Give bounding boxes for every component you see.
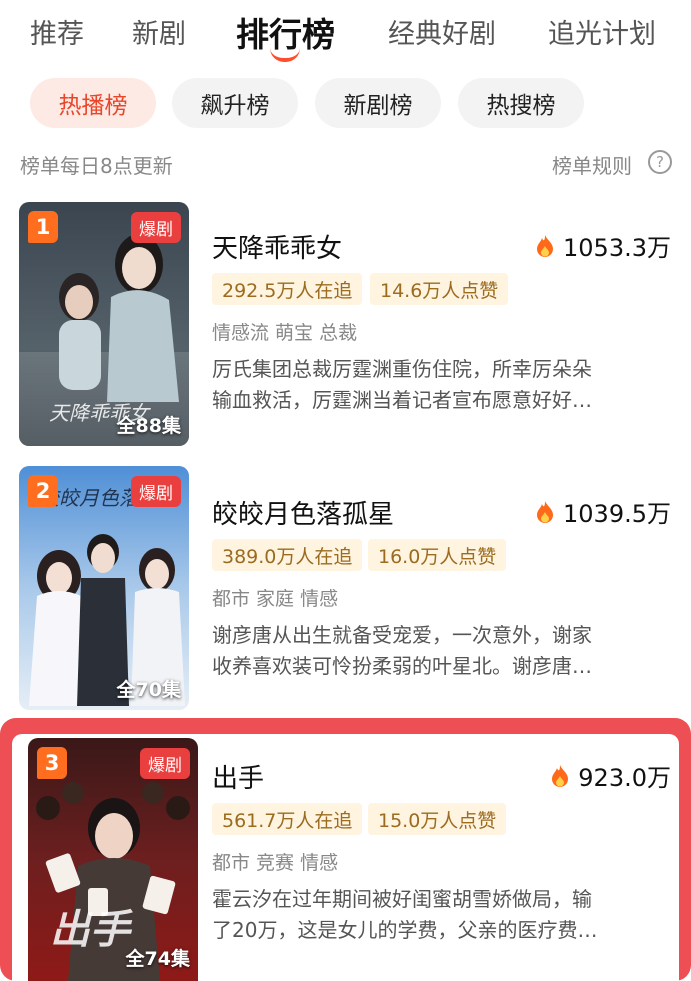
snowball-logo-icon xyxy=(520,946,540,966)
followers-chip: 389.0万人在追 xyxy=(212,539,363,571)
hot-badge: 爆剧 xyxy=(131,212,181,243)
episode-count: 全88集 xyxy=(116,415,181,437)
rank-badge: 2 xyxy=(28,475,58,507)
drama-card[interactable]: 天降乖乖女 1 爆剧 全88集 天降乖乖女 1053.3万 292.5万人在追 … xyxy=(0,198,691,448)
heat-value: 923.0万 xyxy=(578,764,671,792)
synopsis-line: 谢彦唐从出生就备受宠爱，一次意外，谢家 xyxy=(212,623,592,647)
heat-value: 1039.5万 xyxy=(563,500,671,528)
tab-classic[interactable]: 经典好剧 xyxy=(388,12,496,51)
poster-title-text: 出手 xyxy=(50,906,130,953)
drama-card[interactable]: 皎皎月色落孤星 2 爆剧 全70集 皎皎月色落孤星 1039.5万 389.0万… xyxy=(0,464,691,714)
heat-score: 923.0万 xyxy=(550,758,671,793)
rank-badge: 1 xyxy=(28,211,58,243)
likes-chip: 14.6万人点赞 xyxy=(370,273,509,305)
drama-title[interactable]: 天降乖乖女 xyxy=(212,228,342,265)
episode-count: 全74集 xyxy=(125,948,190,970)
likes-chip: 15.0万人点赞 xyxy=(368,803,507,835)
tab-new-drama[interactable]: 新剧 xyxy=(132,12,186,51)
drama-card-highlighted[interactable]: 出手 3 爆剧 全74集 出手 923.0万 561.7万人在追 15.0万人点… xyxy=(0,718,691,981)
genre-tags: 都市 竞赛 情感 xyxy=(212,852,339,874)
watermark: 雪球：短剧新闻 xyxy=(519,943,673,969)
genre-tags: 情感流 萌宝 总裁 xyxy=(212,322,358,344)
tab-recommend[interactable]: 推荐 xyxy=(30,12,84,51)
drama-poster[interactable]: 出手 3 爆剧 全74集 xyxy=(28,738,198,981)
filter-hot-play[interactable]: 热播榜 xyxy=(30,78,156,128)
filter-rising[interactable]: 飙升榜 xyxy=(172,78,298,128)
tab-chase-light-plan[interactable]: 追光计划 xyxy=(548,12,656,51)
rank-badge: 3 xyxy=(37,747,67,779)
update-note: 榜单每日8点更新 xyxy=(20,154,173,178)
rules-link[interactable]: 榜单规则 xyxy=(552,150,632,179)
flame-icon xyxy=(537,500,554,523)
filter-hot-search[interactable]: 热搜榜 xyxy=(458,78,584,128)
heat-value: 1053.3万 xyxy=(563,234,671,262)
synopsis: 霍云汐在过年期间被好闺蜜胡雪娇做局，输 了20万，这是女儿的学费，父亲的医疗费… xyxy=(212,884,667,946)
synopsis-line: 了20万，这是女儿的学费，父亲的医疗费… xyxy=(212,918,598,942)
genre-tags: 都市 家庭 情感 xyxy=(212,588,339,610)
drama-title[interactable]: 出手 xyxy=(212,758,264,795)
watermark-text: 雪球：短剧新闻 xyxy=(547,947,673,968)
flame-icon xyxy=(537,234,554,257)
flame-icon xyxy=(552,764,569,787)
drama-poster[interactable]: 皎皎月色落孤星 2 爆剧 全70集 xyxy=(19,466,189,710)
synopsis-line: 收养喜欢装可怜扮柔弱的叶星北。谢彦唐… xyxy=(212,654,592,678)
likes-chip: 16.0万人点赞 xyxy=(368,539,507,571)
synopsis-line: 厉氏集团总裁厉霆渊重伤住院，所幸厉朵朵 xyxy=(212,357,592,381)
synopsis-line: 输血救活，厉霆渊当着记者宣布愿意好好… xyxy=(212,388,592,412)
heat-score: 1039.5万 xyxy=(535,494,671,529)
followers-chip: 561.7万人在追 xyxy=(212,803,363,835)
heat-score: 1053.3万 xyxy=(535,228,671,263)
followers-chip: 292.5万人在追 xyxy=(212,273,363,305)
filter-new[interactable]: 新剧榜 xyxy=(315,78,441,128)
synopsis: 谢彦唐从出生就备受宠爱，一次意外，谢家 收养喜欢装可怜扮柔弱的叶星北。谢彦唐… xyxy=(212,620,667,682)
drama-title[interactable]: 皎皎月色落孤星 xyxy=(212,494,394,531)
active-tab-indicator xyxy=(270,48,300,62)
synopsis-line: 霍云汐在过年期间被好闺蜜胡雪娇做局，输 xyxy=(212,887,592,911)
episode-count: 全70集 xyxy=(116,679,181,701)
drama-poster[interactable]: 天降乖乖女 1 爆剧 全88集 xyxy=(19,202,189,446)
hot-badge: 爆剧 xyxy=(140,748,190,779)
question-circle-icon[interactable]: ? xyxy=(648,150,672,174)
top-navigation: 推荐 新剧 排行榜 经典好剧 追光计划 xyxy=(0,0,691,68)
synopsis: 厉氏集团总裁厉霆渊重伤住院，所幸厉朵朵 输血救活，厉霆渊当着记者宣布愿意好好… xyxy=(212,354,667,416)
hot-badge: 爆剧 xyxy=(131,476,181,507)
